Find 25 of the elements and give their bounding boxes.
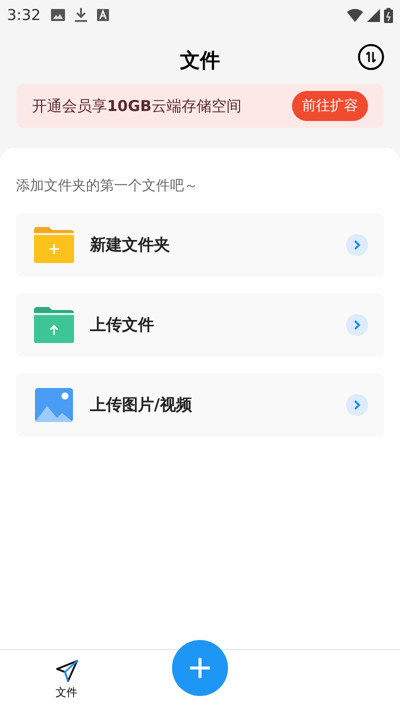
chevron-icon	[346, 314, 368, 336]
folder-upload-icon	[34, 307, 74, 343]
action-item[interactable]: 新建文件夹	[16, 213, 384, 277]
empty-hint: 添加文件夹的第一个文件吧～	[16, 177, 199, 196]
signal-icon	[367, 8, 380, 22]
folder-plus-icon	[34, 227, 74, 263]
sort-icon	[365, 51, 377, 63]
action-item[interactable]: 上传文件	[16, 293, 384, 357]
plus-icon	[189, 657, 211, 679]
action-item[interactable]: 上传图片/视频	[16, 373, 384, 437]
promo-text: 开通会员享10GB云端存储空间	[32, 96, 242, 117]
download-icon	[74, 8, 87, 22]
chevron-icon	[346, 394, 368, 416]
wifi-icon	[347, 8, 363, 22]
paper-plane-icon	[54, 659, 78, 684]
expand-storage-button[interactable]: 前往扩容	[292, 91, 368, 121]
notification-icon	[96, 9, 109, 21]
image-icon	[50, 9, 65, 21]
battery-icon	[384, 8, 393, 22]
image-icon	[35, 388, 73, 422]
chevron-icon	[346, 234, 368, 256]
page-title: 文件	[180, 47, 220, 74]
bottom-tab[interactable]: 文件	[0, 659, 133, 702]
sort-button[interactable]	[358, 44, 384, 70]
status-time: 3:32	[7, 4, 41, 26]
